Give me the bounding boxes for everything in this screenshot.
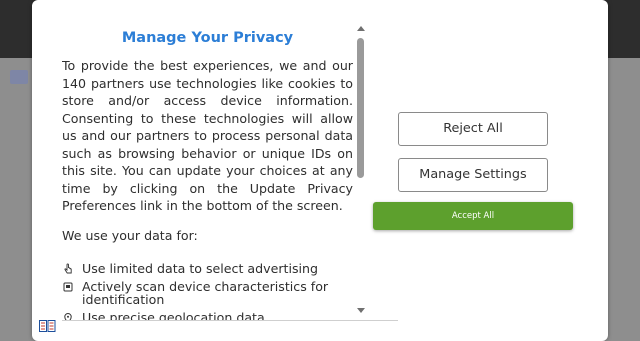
- purpose-item: Use limited data to select advertising: [62, 262, 353, 276]
- consent-provider-logo: [39, 320, 56, 332]
- location-pin-icon: [62, 312, 74, 320]
- content-scrollbar[interactable]: [356, 26, 366, 318]
- reject-all-button[interactable]: Reject All: [398, 112, 548, 146]
- scroll-down-arrow-icon[interactable]: [357, 308, 365, 313]
- background-badge: [10, 70, 28, 84]
- purpose-item: Actively scan device characteristics for…: [62, 278, 353, 307]
- data-use-heading: We use your data for:: [62, 227, 198, 243]
- purpose-label: Actively scan device characteristics for…: [82, 278, 329, 307]
- dialog-title: Manage Your Privacy: [121, 30, 294, 46]
- dialog-scroll-content[interactable]: Manage Your Privacy To provide the best …: [62, 22, 353, 320]
- manage-settings-button[interactable]: Manage Settings: [398, 158, 548, 192]
- privacy-description: To provide the best experiences, we and …: [62, 58, 353, 213]
- scroll-thumb[interactable]: [357, 38, 364, 178]
- purpose-label: Use limited data to select advertising: [82, 261, 318, 276]
- accept-all-button[interactable]: Accept All: [373, 202, 573, 230]
- purpose-item: Use precise geolocation data: [62, 309, 353, 320]
- privacy-consent-dialog: Manage Your Privacy To provide the best …: [32, 0, 608, 341]
- tap-hand-icon: [62, 263, 74, 275]
- purpose-label: Use precise geolocation data: [82, 309, 265, 320]
- scroll-up-arrow-icon[interactable]: [357, 26, 365, 31]
- content-divider: [62, 320, 398, 321]
- device-scan-icon: [62, 281, 74, 293]
- purpose-list: Use limited data to select advertising A…: [62, 262, 353, 320]
